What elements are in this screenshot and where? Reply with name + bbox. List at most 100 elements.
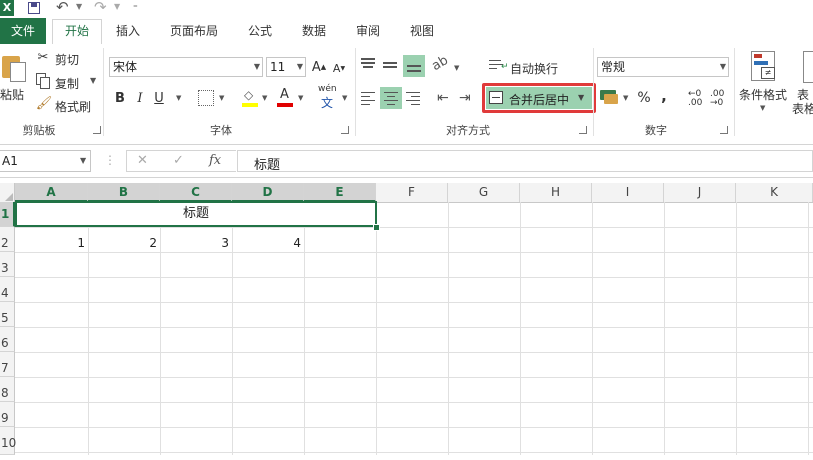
chevron-down-icon[interactable]: ▼ xyxy=(80,156,86,165)
wrap-text-icon[interactable]: ↵ xyxy=(489,58,509,74)
customize-toolbar-icon[interactable]: ₌ xyxy=(133,1,138,11)
cell-d2[interactable]: 4 xyxy=(232,236,301,250)
column-header-c[interactable]: C xyxy=(160,183,232,202)
undo-dropdown-icon[interactable]: ▼ xyxy=(76,2,82,11)
font-color-icon[interactable]: A xyxy=(277,87,293,108)
column-header-h[interactable]: H xyxy=(520,183,592,202)
cell-b2[interactable]: 2 xyxy=(88,236,157,250)
font-name-dropdown[interactable]: 宋体 ▼ xyxy=(109,57,263,77)
copy-dropdown-icon[interactable]: ▼ xyxy=(90,76,96,85)
save-icon[interactable] xyxy=(28,2,40,14)
fill-handle[interactable] xyxy=(373,224,380,231)
orientation-dropdown-icon[interactable]: ▼ xyxy=(454,64,459,72)
align-middle-icon[interactable] xyxy=(383,58,399,74)
tab-formulas[interactable]: 公式 xyxy=(238,20,282,42)
paste-button[interactable]: 粘贴 xyxy=(0,86,24,103)
copy-button[interactable]: 复制 xyxy=(55,75,79,92)
format-table-icon[interactable] xyxy=(803,51,813,83)
fill-color-icon[interactable]: ◇ xyxy=(242,88,258,108)
merge-center-button[interactable]: 合并后居中 ▼ xyxy=(486,87,592,109)
cell-a2[interactable]: 1 xyxy=(15,236,85,250)
comma-button[interactable]: , xyxy=(657,86,671,106)
font-size-dropdown[interactable]: 11 ▼ xyxy=(266,57,306,77)
italic-button[interactable]: I xyxy=(133,89,147,107)
row-header-5[interactable]: 5 xyxy=(0,302,15,327)
copy-icon[interactable] xyxy=(36,73,50,89)
scissors-icon[interactable]: ✂ xyxy=(36,50,50,65)
number-format-dropdown[interactable]: 常规 ▼ xyxy=(597,57,729,77)
tab-home[interactable]: 开始 xyxy=(52,19,102,45)
increase-font-button[interactable]: A ▲ xyxy=(311,58,327,76)
row-header-1[interactable]: 1 xyxy=(0,202,15,227)
bold-button[interactable]: B xyxy=(112,89,128,107)
tab-review[interactable]: 审阅 xyxy=(346,20,390,42)
row-header-4[interactable]: 4 xyxy=(0,277,15,302)
tab-data[interactable]: 数据 xyxy=(292,20,336,42)
column-header-i[interactable]: I xyxy=(592,183,664,202)
merge-dropdown-icon[interactable]: ▼ xyxy=(578,93,584,102)
tab-page-layout[interactable]: 页面布局 xyxy=(160,20,228,42)
column-header-j[interactable]: J xyxy=(664,183,736,202)
conditional-format-button[interactable]: 条件格式 xyxy=(739,86,787,103)
border-icon[interactable] xyxy=(198,90,214,106)
row-header-8[interactable]: 8 xyxy=(0,377,15,402)
cancel-icon[interactable]: ✕ xyxy=(137,153,148,168)
row-header-2[interactable]: 2 xyxy=(0,227,15,252)
format-painter-icon[interactable]: 🖌 xyxy=(36,96,53,111)
paste-icon[interactable] xyxy=(2,52,26,82)
phonetic-icon[interactable]: wén 文 xyxy=(318,84,338,110)
wrap-text-button[interactable]: 自动换行 xyxy=(510,60,558,77)
conditional-dropdown-icon[interactable]: ▼ xyxy=(760,104,765,112)
column-header-e[interactable]: E xyxy=(304,183,376,202)
column-header-g[interactable]: G xyxy=(448,183,520,202)
name-box[interactable]: A1 ▼ xyxy=(0,150,91,172)
align-center-icon[interactable] xyxy=(380,87,402,109)
column-header-d[interactable]: D xyxy=(232,183,304,202)
cut-button[interactable]: 剪切 xyxy=(55,51,79,68)
enter-icon[interactable]: ✓ xyxy=(173,153,184,168)
fill-color-dropdown-icon[interactable]: ▼ xyxy=(262,94,267,102)
align-right-icon[interactable] xyxy=(406,92,422,106)
format-painter-button[interactable]: 格式刷 xyxy=(55,98,91,115)
decrease-decimal-icon[interactable]: .00 →0 xyxy=(710,90,724,108)
tab-view[interactable]: 视图 xyxy=(400,20,444,42)
column-header-k[interactable]: K xyxy=(736,183,813,202)
align-left-icon[interactable] xyxy=(361,92,377,106)
border-dropdown-icon[interactable]: ▼ xyxy=(219,94,224,102)
tab-insert[interactable]: 插入 xyxy=(106,20,150,42)
font-launcher-icon[interactable] xyxy=(341,126,349,134)
tab-file[interactable]: 文件 xyxy=(0,18,46,44)
select-all-corner[interactable] xyxy=(0,183,15,202)
redo-dropdown-icon[interactable]: ▼ xyxy=(114,2,120,11)
underline-button[interactable]: U xyxy=(152,89,166,107)
row-header-3[interactable]: 3 xyxy=(0,252,15,277)
percent-button[interactable]: % xyxy=(636,88,652,108)
format-table-button-line2[interactable]: 表格 xyxy=(792,100,813,117)
font-color-dropdown-icon[interactable]: ▼ xyxy=(298,94,303,102)
accounting-dropdown-icon[interactable]: ▼ xyxy=(623,94,628,102)
decrease-indent-icon[interactable]: ⇤ xyxy=(437,90,449,106)
align-bottom-icon[interactable] xyxy=(403,55,425,77)
redo-icon[interactable]: ↷ xyxy=(94,0,107,16)
undo-icon[interactable]: ↶ xyxy=(56,0,69,16)
column-header-b[interactable]: B xyxy=(88,183,160,202)
column-header-a[interactable]: A xyxy=(15,183,88,202)
merged-title-cell[interactable]: 标题 xyxy=(15,201,377,227)
orientation-icon[interactable]: ab xyxy=(429,53,451,74)
phonetic-dropdown-icon[interactable]: ▼ xyxy=(342,94,347,102)
cell-c2[interactable]: 3 xyxy=(160,236,229,250)
number-launcher-icon[interactable] xyxy=(720,126,728,134)
alignment-launcher-icon[interactable] xyxy=(579,126,587,134)
conditional-format-icon[interactable]: ≠ xyxy=(751,51,779,81)
increase-indent-icon[interactable]: ⇥ xyxy=(459,90,471,106)
row-header-6[interactable]: 6 xyxy=(0,327,15,352)
column-header-f[interactable]: F xyxy=(376,183,448,202)
row-header-10[interactable]: 10 xyxy=(0,427,16,455)
insert-function-icon[interactable]: fx xyxy=(209,153,221,168)
underline-dropdown-icon[interactable]: ▼ xyxy=(176,94,181,102)
decrease-font-button[interactable]: A ▼ xyxy=(332,60,346,76)
clipboard-launcher-icon[interactable] xyxy=(93,126,101,134)
formula-input[interactable]: 标题 xyxy=(237,150,813,173)
row-header-7[interactable]: 7 xyxy=(0,352,15,377)
row-header-9[interactable]: 9 xyxy=(0,402,15,427)
